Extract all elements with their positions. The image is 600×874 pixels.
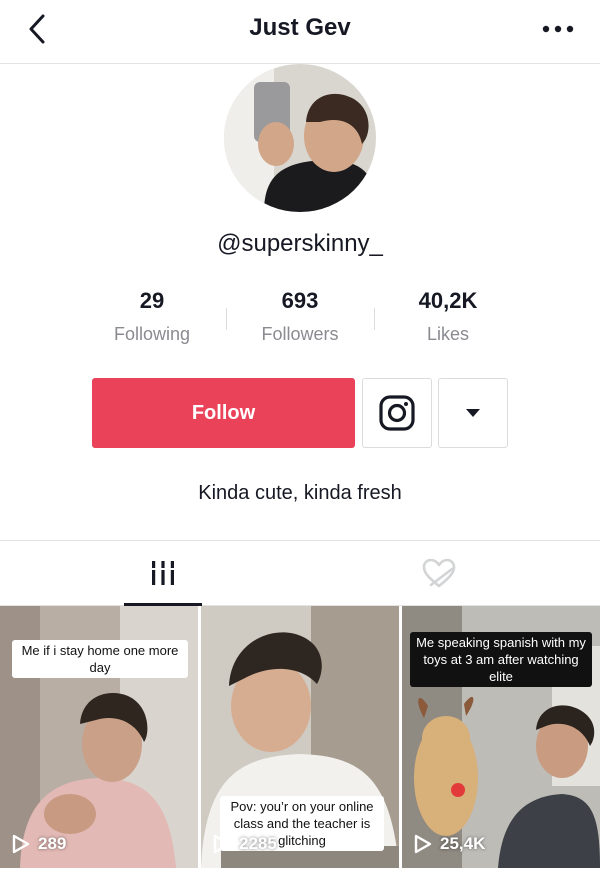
stat-label: Followers — [261, 324, 339, 344]
video-caption: Me if i stay home one more day — [12, 640, 188, 678]
video-views: 2285 — [213, 834, 277, 854]
stat-value: 29 — [139, 288, 165, 313]
avatar[interactable] — [224, 64, 376, 212]
caret-down-icon — [466, 409, 480, 417]
video-views: 289 — [12, 834, 66, 854]
video-caption: Me speaking spanish with my toys at 3 am… — [410, 632, 592, 687]
stat-label: Likes — [426, 324, 470, 344]
more-actions-dropdown[interactable] — [438, 378, 508, 448]
stat-label: Following — [113, 324, 191, 344]
instagram-icon — [379, 395, 415, 431]
play-icon — [213, 834, 231, 854]
instagram-button[interactable] — [362, 378, 432, 448]
tab-videos[interactable] — [124, 541, 202, 606]
stat-followers[interactable]: 693 Followers — [226, 286, 374, 350]
stats-row: 29 Following 693 Followers 40,2K Likes — [78, 286, 522, 350]
video-grid: Me if i stay home one more day 289 Pov: … — [0, 606, 600, 874]
profile-tabs — [0, 540, 600, 606]
video-tile[interactable]: Pov: you’r on your online class and the … — [201, 606, 399, 868]
heart-hidden-icon — [422, 558, 456, 588]
stat-value: 40,2K — [418, 288, 478, 313]
profile-bio: Kinda cute, kinda fresh — [198, 482, 402, 504]
play-icon — [12, 834, 30, 854]
follow-button[interactable]: Follow — [92, 378, 355, 448]
stat-value: 693 — [281, 288, 319, 313]
play-icon — [414, 834, 432, 854]
stat-likes[interactable]: 40,2K Likes — [374, 286, 522, 350]
page-title: Just Gev — [249, 14, 351, 41]
video-views: 25,4K — [414, 834, 485, 854]
more-options-button[interactable] — [538, 16, 578, 42]
video-tile[interactable]: Me speaking spanish with my toys at 3 am… — [402, 606, 600, 868]
grid-icon — [152, 561, 174, 585]
top-bar: Just Gev — [0, 0, 600, 64]
more-horizontal-icon — [542, 25, 574, 33]
view-count: 25,4K — [440, 834, 486, 853]
username: @superskinny_ — [217, 230, 383, 257]
video-tile[interactable]: Me if i stay home one more day 289 — [0, 606, 198, 868]
tab-liked[interactable] — [400, 541, 478, 605]
stat-following[interactable]: 29 Following — [78, 286, 226, 350]
view-count: 289 — [38, 834, 67, 853]
view-count: 2285 — [239, 834, 277, 853]
